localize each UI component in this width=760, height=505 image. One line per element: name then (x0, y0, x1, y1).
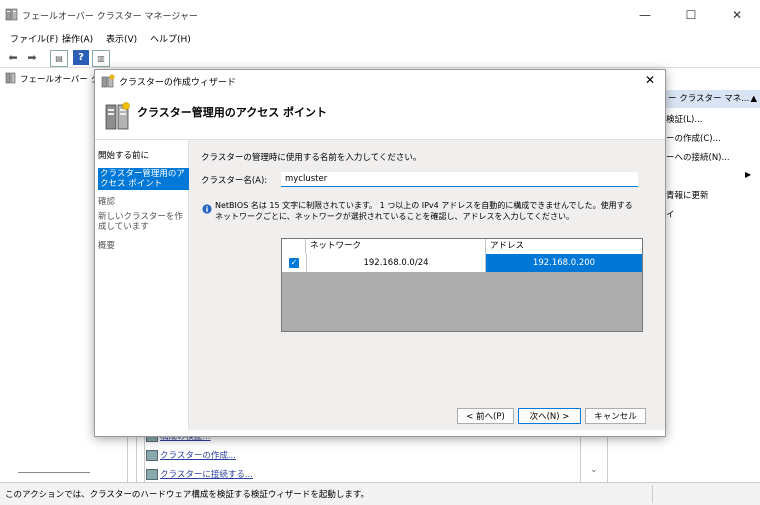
window-title: フェールオーバー クラスター マネージャー (22, 12, 198, 22)
action-connect[interactable]: ーへの接続(N)... (666, 151, 730, 163)
action-validate[interactable]: 検証(L)... (666, 113, 702, 125)
submenu-arrow-icon[interactable]: ▶ (745, 170, 751, 179)
dialog-close-button[interactable]: ✕ (645, 73, 655, 87)
row-address-input[interactable]: 192.168.0.200 (486, 254, 642, 272)
title-bar: フェールオーバー クラスター マネージャー — ☐ ✕ (0, 0, 760, 30)
minimize-button[interactable]: — (622, 0, 668, 30)
back-arrow-icon[interactable]: ⬅ (5, 50, 21, 65)
action-pane-icon[interactable]: ▥ (92, 50, 110, 67)
link-create-cluster[interactable]: クラスターの作成... (160, 449, 236, 461)
step-confirm[interactable]: 確認 (98, 197, 188, 207)
action-help[interactable]: イ (666, 208, 675, 220)
wizard-icon (101, 74, 115, 88)
collapse-up-icon[interactable]: ▲ (750, 90, 757, 108)
action-create[interactable]: ーの作成(C)... (666, 132, 721, 144)
dialog-title-bar: クラスターの作成ウィザード ✕ (95, 70, 665, 92)
console-tree-icon[interactable]: ▤ (50, 50, 68, 67)
action-refresh[interactable]: 青報に更新 (666, 189, 709, 201)
cluster-name-input[interactable]: mycluster (281, 172, 638, 187)
actions-header[interactable]: ー クラスター マネ... ▲ (666, 90, 760, 108)
wizard-content: クラスターの管理時に使用する名前を入力してください。 クラスター名(A): my… (189, 140, 665, 430)
wizard-steps: 開始する前に クラスター管理用のアクセス ポイント 確認 新しいクラスターを作成… (95, 140, 192, 430)
link-connect-cluster[interactable]: クラスターに接続する... (160, 468, 253, 480)
dialog-heading: クラスター管理用のアクセス ポイント (137, 106, 328, 119)
cluster-name-label: クラスター名(A): (201, 176, 268, 186)
next-button[interactable]: 次へ(N) > (518, 408, 581, 424)
create-cluster-icon (146, 450, 158, 461)
row-checkbox-checked-icon[interactable]: ✓ (289, 258, 299, 268)
dialog-title: クラスターの作成ウィザード (119, 78, 236, 88)
row-network-cell: 192.168.0.0/24 (306, 254, 486, 272)
step-creating[interactable]: 新しいクラスターを作成しています (98, 212, 188, 232)
info-text-line2: ネットワークごとに、ネットワークが選択されていることを確認し、アドレスを入力して… (215, 212, 575, 221)
toolbar: ⬅ ➡ ▤ ? ▥ (0, 48, 760, 68)
status-divider (652, 485, 653, 503)
create-cluster-wizard: クラスターの作成ウィザード ✕ クラスター管理用のアクセス ポイント 開始する前… (94, 69, 666, 437)
cancel-button[interactable]: キャンセル (585, 408, 646, 424)
cluster-name-value: mycluster (285, 174, 328, 184)
instruction-text: クラスターの管理時に使用する名前を入力してください。 (201, 153, 422, 163)
connect-cluster-icon (146, 469, 158, 480)
close-button[interactable]: ✕ (714, 0, 760, 30)
actions-header-label: ー クラスター マネ... (668, 94, 750, 104)
info-text-line1: NetBIOS 名は 15 文字に制限されています。 1 つ以上の IPv4 ア… (215, 201, 633, 210)
menu-help[interactable]: ヘルプ(H) (150, 32, 191, 45)
back-button[interactable]: < 前へ(P) (457, 408, 514, 424)
step-access-point[interactable]: クラスター管理用のアクセス ポイント (98, 168, 192, 190)
menu-view[interactable]: 表示(V) (106, 32, 137, 45)
table-header-network[interactable]: ネットワーク (306, 239, 486, 254)
menu-file[interactable]: ファイル(F) (10, 32, 58, 45)
status-bar: このアクションでは、クラスターのハードウェア構成を検証する検証ウィザードを起動し… (0, 482, 760, 505)
dialog-header: クラスター管理用のアクセス ポイント (95, 92, 665, 140)
network-table: ネットワーク アドレス ✓ 192.168.0.0/24 192.168.0.2… (281, 238, 643, 332)
table-header-address[interactable]: アドレス (486, 239, 642, 254)
cluster-server-icon (105, 102, 130, 130)
menu-action[interactable]: 操作(A) (62, 32, 93, 45)
menu-bar: ファイル(F) 操作(A) 表示(V) ヘルプ(H) (0, 30, 760, 48)
table-header-check (282, 239, 306, 254)
step-summary[interactable]: 概要 (98, 241, 188, 251)
step-before-you-begin[interactable]: 開始する前に (98, 151, 188, 161)
tree-scrollbar[interactable] (18, 472, 90, 473)
maximize-button[interactable]: ☐ (668, 0, 714, 30)
forward-arrow-icon[interactable]: ➡ (24, 50, 40, 65)
status-text: このアクションでは、クラスターのハードウェア構成を検証する検証ウィザードを起動し… (5, 490, 370, 500)
info-icon (202, 204, 212, 214)
cluster-node-icon (5, 72, 16, 84)
cluster-manager-icon (5, 8, 18, 21)
table-row[interactable]: ✓ 192.168.0.0/24 192.168.0.200 (282, 254, 642, 272)
help-icon[interactable]: ? (73, 50, 89, 65)
chevron-down-icon[interactable]: ⌄ (590, 465, 598, 475)
